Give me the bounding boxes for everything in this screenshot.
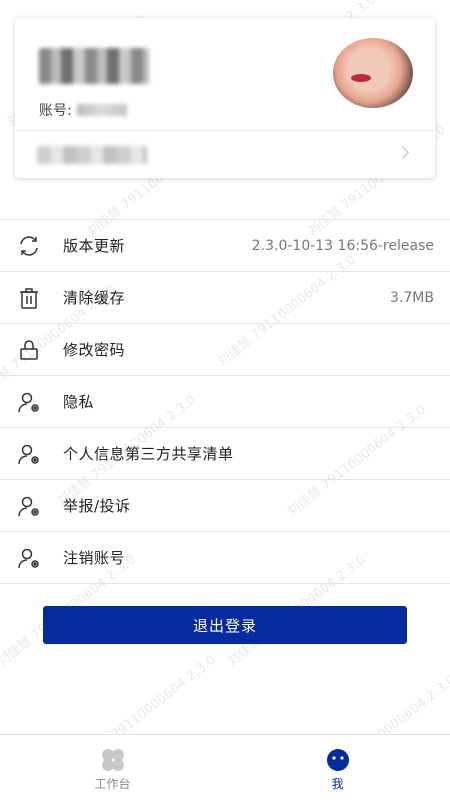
account-number-redacted bbox=[77, 104, 127, 116]
bottom-tab-bar: 工作台 我 bbox=[0, 734, 450, 800]
menu-item-change-password[interactable]: 修改密码 bbox=[0, 324, 450, 376]
account-label: 账号: bbox=[39, 103, 72, 119]
tab-label: 工作台 bbox=[94, 777, 131, 791]
menu-item-third-party-sharing[interactable]: 个人信息第三方共享清单 bbox=[0, 428, 450, 480]
user-settings-icon bbox=[18, 444, 39, 465]
me-icon bbox=[327, 749, 349, 771]
menu-item-label: 修改密码 bbox=[63, 341, 126, 359]
version-value: 2.3.0-10-13 16:56-release bbox=[251, 237, 434, 254]
menu-item-delete-account[interactable]: 注销账号 bbox=[0, 532, 450, 584]
tab-workbench[interactable]: 工作台 bbox=[0, 735, 225, 800]
sync-icon bbox=[20, 236, 38, 256]
user-settings-icon bbox=[18, 496, 39, 517]
user-settings-icon bbox=[18, 392, 39, 413]
user-name-redacted bbox=[39, 48, 149, 84]
menu-item-label: 版本更新 bbox=[63, 237, 126, 255]
menu-item-clear-cache[interactable]: 清除缓存 3.7MB bbox=[0, 272, 450, 324]
tab-label: 我 bbox=[331, 777, 344, 791]
menu-item-privacy[interactable]: 隐私 bbox=[0, 376, 450, 428]
cache-size-value: 3.7MB bbox=[390, 289, 434, 306]
lock-icon bbox=[20, 340, 38, 360]
menu-item-label: 注销账号 bbox=[63, 549, 126, 567]
menu-item-label: 举报/投诉 bbox=[63, 497, 131, 515]
menu-item-report-complaint[interactable]: 举报/投诉 bbox=[0, 480, 450, 532]
tab-me[interactable]: 我 bbox=[225, 735, 450, 800]
menu-item-version-update[interactable]: 版本更新 2.3.0-10-13 16:56-release bbox=[0, 220, 450, 272]
workbench-icon bbox=[102, 749, 124, 771]
avatar[interactable] bbox=[333, 38, 413, 108]
chevron-right-icon bbox=[396, 146, 409, 159]
trash-icon bbox=[20, 288, 38, 309]
menu-item-label: 隐私 bbox=[63, 393, 95, 411]
user-settings-icon bbox=[18, 548, 39, 569]
logout-button[interactable]: 退出登录 bbox=[43, 606, 407, 644]
organization-redacted bbox=[37, 146, 147, 164]
menu-item-label: 清除缓存 bbox=[63, 289, 126, 307]
menu-item-label: 个人信息第三方共享清单 bbox=[63, 445, 234, 463]
card-divider bbox=[15, 130, 435, 131]
profile-card[interactable]: 账号: bbox=[15, 18, 435, 178]
